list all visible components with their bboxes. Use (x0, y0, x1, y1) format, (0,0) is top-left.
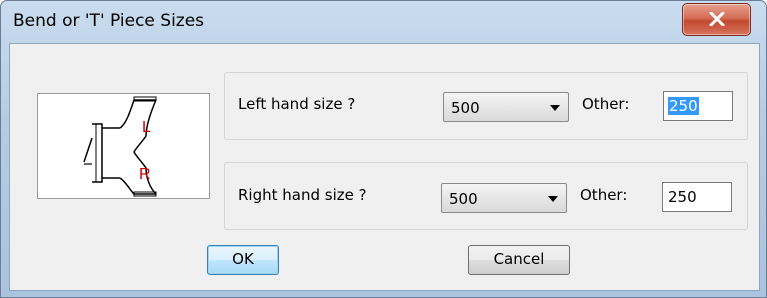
chevron-down-icon[interactable] (548, 196, 558, 202)
right-size-label: Right hand size ? (238, 186, 367, 204)
left-other-input[interactable]: 250 (663, 91, 733, 121)
right-other-value: 250 (668, 188, 697, 206)
left-size-label: Left hand size ? (238, 95, 356, 113)
right-marker-label: R (139, 166, 151, 183)
left-size-dropdown[interactable]: 500 (443, 92, 569, 122)
right-other-input[interactable]: 250 (662, 182, 732, 212)
dialog-title: Bend or 'T' Piece Sizes (13, 11, 205, 31)
ok-button[interactable]: OK (207, 245, 279, 275)
left-marker-label: L (142, 119, 151, 136)
title-bar[interactable]: Bend or 'T' Piece Sizes (1, 1, 766, 43)
bend-diagram-icon: L R (83, 96, 157, 197)
left-other-label: Other: (582, 95, 630, 113)
right-size-value: 500 (449, 190, 478, 208)
chevron-down-icon[interactable] (550, 105, 560, 111)
close-button[interactable] (682, 3, 751, 36)
right-size-dropdown[interactable]: 500 (441, 183, 567, 213)
bend-preview-image: L R (37, 93, 210, 199)
dialog-client-area: L R Left hand size ? 500 Other: 250 Righ… (9, 43, 760, 291)
left-size-value: 500 (451, 99, 480, 117)
close-icon (709, 12, 725, 26)
right-size-group: Right hand size ? 500 Other: 250 (224, 162, 748, 230)
cancel-button[interactable]: Cancel (468, 245, 570, 275)
left-size-group: Left hand size ? 500 Other: 250 (224, 72, 748, 140)
dialog-window: Bend or 'T' Piece Sizes L R Left hand si… (0, 0, 767, 298)
left-other-value: 250 (668, 97, 699, 115)
right-other-label: Other: (580, 186, 628, 204)
